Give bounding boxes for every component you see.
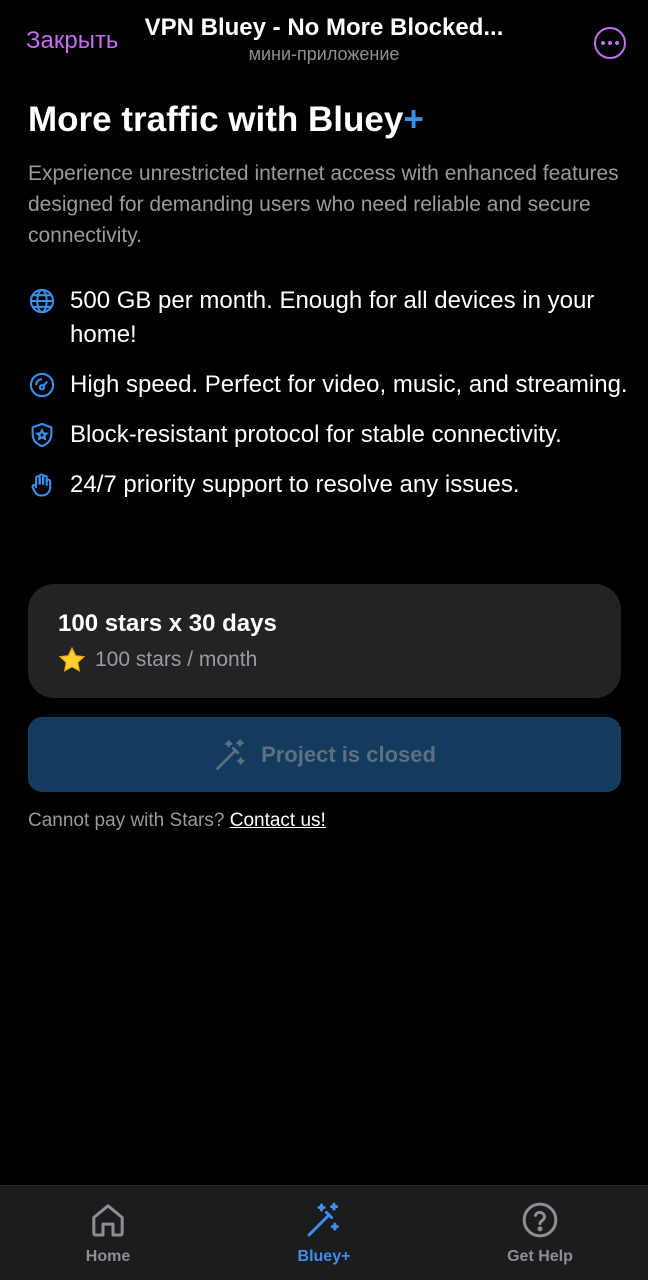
feature-list: 500 GB per month. Enough for all devices… [28, 284, 628, 518]
close-button[interactable]: Закрыть [26, 27, 118, 55]
plan-title: 100 stars x 30 days [58, 610, 277, 637]
subscription-plan-card[interactable]: 100 stars x 30 days 100 stars / month [28, 584, 621, 698]
feature-item: High speed. Perfect for video, music, an… [28, 368, 628, 402]
home-icon [92, 1204, 124, 1237]
contact-prompt: Cannot pay with Stars? [28, 810, 225, 831]
shield-star-icon [31, 422, 53, 448]
app-subtitle: мини-приложение [248, 44, 400, 64]
contact-row: Cannot pay with Stars? Contact us! [28, 810, 326, 832]
ellipsis-icon-dot [615, 41, 619, 45]
feature-text: 24/7 priority support to resolve any iss… [70, 471, 520, 498]
feature-item: 24/7 priority support to resolve any iss… [28, 468, 628, 502]
page-title-plus: + [403, 100, 424, 139]
tab-bluey-plus[interactable]: Bluey+ [259, 1200, 389, 1266]
app-title: VPN Bluey - No More Blocked... [144, 14, 504, 41]
help-circle-icon [522, 1202, 558, 1238]
mini-app-header: Закрыть VPN Bluey - No More Blocked... м… [0, 0, 648, 80]
tab-home[interactable]: Home [43, 1200, 173, 1266]
feature-item: 500 GB per month. Enough for all devices… [28, 284, 628, 352]
tab-label: Get Help [507, 1248, 573, 1265]
page-title-text: More traffic with Bluey [28, 100, 404, 139]
contact-us-link[interactable]: Contact us! [230, 810, 326, 831]
feature-text: High speed. Perfect for video, music, an… [70, 371, 628, 398]
globe-icon [29, 288, 55, 314]
tab-label: Bluey+ [297, 1248, 351, 1265]
project-closed-button[interactable]: Project is closed [28, 717, 621, 792]
feature-text: 500 GB per month. Enough for all devices… [70, 287, 595, 348]
ellipsis-icon-dot [601, 41, 605, 45]
feature-text: Block-resistant protocol for stable conn… [70, 421, 562, 448]
page-description: Experience unrestricted internet access … [28, 162, 619, 247]
star-icon [58, 646, 86, 672]
plan-price-text: 100 stars / month [95, 648, 258, 671]
more-options-button[interactable] [594, 27, 626, 59]
tab-label: Home [85, 1248, 131, 1265]
magic-wand-icon [307, 1202, 339, 1237]
hand-support-icon [31, 473, 52, 497]
bottom-tab-bar: Home Bluey+ Get Help [0, 1185, 648, 1280]
title-block: VPN Bluey - No More Blocked... мини-прил… [130, 14, 518, 65]
feature-item: Block-resistant protocol for stable conn… [28, 418, 628, 452]
page-title: More traffic with Bluey+ [28, 100, 424, 140]
tab-get-help[interactable]: Get Help [475, 1200, 605, 1266]
plan-price: 100 stars / month [58, 646, 591, 674]
ellipsis-icon-dot [608, 41, 612, 45]
project-closed-label: Project is closed [261, 741, 436, 767]
speedometer-icon [29, 372, 55, 398]
magic-wand-icon [216, 738, 245, 770]
